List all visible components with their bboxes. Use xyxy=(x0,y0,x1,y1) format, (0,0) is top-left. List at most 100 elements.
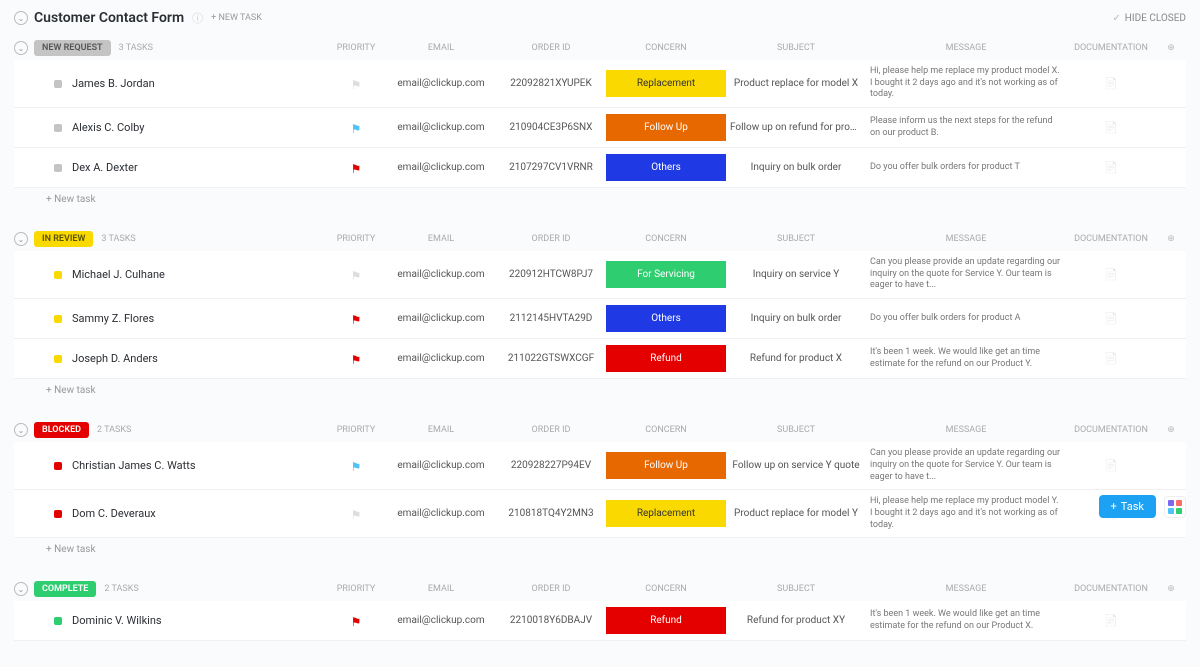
documentation-cell[interactable] xyxy=(1066,161,1156,174)
concern-cell[interactable]: Follow Up xyxy=(606,452,726,479)
concern-cell[interactable]: Others xyxy=(606,154,726,181)
email-cell: email@clickup.com xyxy=(386,122,496,133)
task-name[interactable]: Sammy Z. Flores xyxy=(72,312,154,325)
message-cell: It's been 1 week. We would like get an t… xyxy=(866,609,1066,632)
concern-cell[interactable]: Replacement xyxy=(606,500,726,527)
task-name[interactable]: Dex A. Dexter xyxy=(72,161,138,174)
subject-cell: Refund for product X xyxy=(726,353,866,364)
concern-cell[interactable]: Refund xyxy=(606,345,726,372)
order-id-cell: 2112145HVTA29D xyxy=(496,313,606,324)
priority-cell[interactable] xyxy=(326,313,386,325)
document-icon xyxy=(1104,121,1118,134)
new-task-row[interactable]: + New task xyxy=(14,379,1186,402)
order-id-cell: 2107297CV1VRNR xyxy=(496,162,606,173)
documentation-cell[interactable] xyxy=(1066,77,1156,90)
concern-cell[interactable]: Refund xyxy=(606,607,726,634)
task-name[interactable]: Dom C. Deveraux xyxy=(72,507,156,520)
task-row[interactable]: Dom C. Deverauxemail@clickup.com210818TQ… xyxy=(14,490,1186,538)
status-pill[interactable]: COMPLETE xyxy=(34,581,96,597)
priority-cell[interactable] xyxy=(326,460,386,472)
order-id-cell: 220928227P94EV xyxy=(496,460,606,471)
status-pill[interactable]: NEW REQUEST xyxy=(34,40,111,56)
group-collapse-icon[interactable] xyxy=(14,582,28,596)
documentation-cell[interactable] xyxy=(1066,268,1156,281)
status-square xyxy=(54,462,62,470)
priority-cell[interactable] xyxy=(326,353,386,365)
group-collapse-icon[interactable] xyxy=(14,41,28,55)
priority-cell[interactable] xyxy=(326,508,386,520)
email-cell: email@clickup.com xyxy=(386,269,496,280)
task-row[interactable]: Sammy Z. Flores email@clickup.com2112145H… xyxy=(14,299,1186,339)
task-row[interactable]: Dominic V. Wilkinsemail@clickup.com22100… xyxy=(14,601,1186,641)
add-column-icon[interactable]: ⊕ xyxy=(1156,234,1186,244)
email-cell: email@clickup.com xyxy=(386,313,496,324)
task-count: 2 TASKS xyxy=(104,584,138,594)
message-cell: Do you offer bulk orders for product A xyxy=(866,313,1066,325)
priority-cell[interactable] xyxy=(326,162,386,174)
documentation-cell[interactable] xyxy=(1066,352,1156,365)
task-row[interactable]: James B. Jordanemail@clickup.com22092821… xyxy=(14,60,1186,108)
flag-icon xyxy=(350,162,362,174)
priority-cell[interactable] xyxy=(326,78,386,90)
concern-cell[interactable]: Others xyxy=(606,305,726,332)
create-task-button[interactable]: + Task xyxy=(1099,495,1156,518)
flag-icon xyxy=(350,269,362,281)
task-name[interactable]: Christian James C. Watts xyxy=(72,459,196,472)
task-name[interactable]: Alexis C. Colby xyxy=(72,121,144,134)
col-email: EMAIL xyxy=(386,234,496,244)
documentation-cell[interactable] xyxy=(1066,312,1156,325)
task-name[interactable]: Dominic V. Wilkins xyxy=(72,614,162,627)
order-id-cell: 210818TQ4Y2MN3 xyxy=(496,508,606,519)
status-pill[interactable]: IN REVIEW xyxy=(34,231,93,247)
subject-cell: Product replace for model X xyxy=(726,78,866,89)
email-cell: email@clickup.com xyxy=(386,162,496,173)
col-message: MESSAGE xyxy=(866,43,1066,53)
documentation-cell[interactable] xyxy=(1066,121,1156,134)
email-cell: email@clickup.com xyxy=(386,615,496,626)
subject-cell: Product replace for model Y xyxy=(726,508,866,519)
task-name[interactable]: Joseph D. Anders xyxy=(72,352,158,365)
priority-cell[interactable] xyxy=(326,269,386,281)
task-row[interactable]: Joseph D. Andersemail@clickup.com211022G… xyxy=(14,339,1186,379)
task-row[interactable]: Michael J. Culhane email@clickup.com22091… xyxy=(14,251,1186,299)
status-pill[interactable]: BLOCKED xyxy=(34,422,89,438)
documentation-cell[interactable] xyxy=(1066,614,1156,627)
add-column-icon[interactable]: ⊕ xyxy=(1156,43,1186,53)
info-icon[interactable]: ⓘ xyxy=(192,10,203,26)
subject-cell: Refund for product XY xyxy=(726,615,866,626)
col-order-id: ORDER ID xyxy=(496,425,606,435)
add-column-icon[interactable]: ⊕ xyxy=(1156,425,1186,435)
collapse-all-icon[interactable]: ⌄ xyxy=(14,11,28,25)
new-task-row[interactable]: + New task xyxy=(14,538,1186,561)
group-collapse-icon[interactable] xyxy=(14,423,28,437)
concern-cell[interactable]: Follow Up xyxy=(606,114,726,141)
status-square xyxy=(54,271,62,279)
task-name[interactable]: James B. Jordan xyxy=(72,77,155,90)
new-task-row[interactable]: + New task xyxy=(14,188,1186,211)
task-row[interactable]: Dex A. Dexter email@clickup.com2107297CV1… xyxy=(14,148,1186,188)
status-square xyxy=(54,617,62,625)
concern-cell[interactable]: For Servicing xyxy=(606,261,726,288)
group-collapse-icon[interactable] xyxy=(14,232,28,246)
add-column-icon[interactable]: ⊕ xyxy=(1156,584,1186,594)
task-row[interactable]: Alexis C. Colbyemail@clickup.com210904CE… xyxy=(14,108,1186,148)
status-square xyxy=(54,355,62,363)
status-square xyxy=(54,510,62,518)
concern-cell[interactable]: Replacement xyxy=(606,70,726,97)
new-task-button[interactable]: + NEW TASK xyxy=(211,13,262,23)
col-priority: PRIORITY xyxy=(326,43,386,53)
flag-icon xyxy=(350,78,362,90)
priority-cell[interactable] xyxy=(326,122,386,134)
col-concern: CONCERN xyxy=(606,584,726,594)
app-grid-icon[interactable] xyxy=(1164,496,1186,518)
col-email: EMAIL xyxy=(386,584,496,594)
order-id-cell: 220912HTCW8PJ7 xyxy=(496,269,606,280)
col-concern: CONCERN xyxy=(606,425,726,435)
task-name[interactable]: Michael J. Culhane xyxy=(72,268,165,281)
hide-closed-toggle[interactable]: HIDE CLOSED xyxy=(1112,13,1186,24)
priority-cell[interactable] xyxy=(326,615,386,627)
col-priority: PRIORITY xyxy=(326,234,386,244)
message-cell: Can you please provide an update regardi… xyxy=(866,257,1066,292)
documentation-cell[interactable] xyxy=(1066,459,1156,472)
task-row[interactable]: Christian James C. Wattsemail@clickup.co… xyxy=(14,442,1186,490)
